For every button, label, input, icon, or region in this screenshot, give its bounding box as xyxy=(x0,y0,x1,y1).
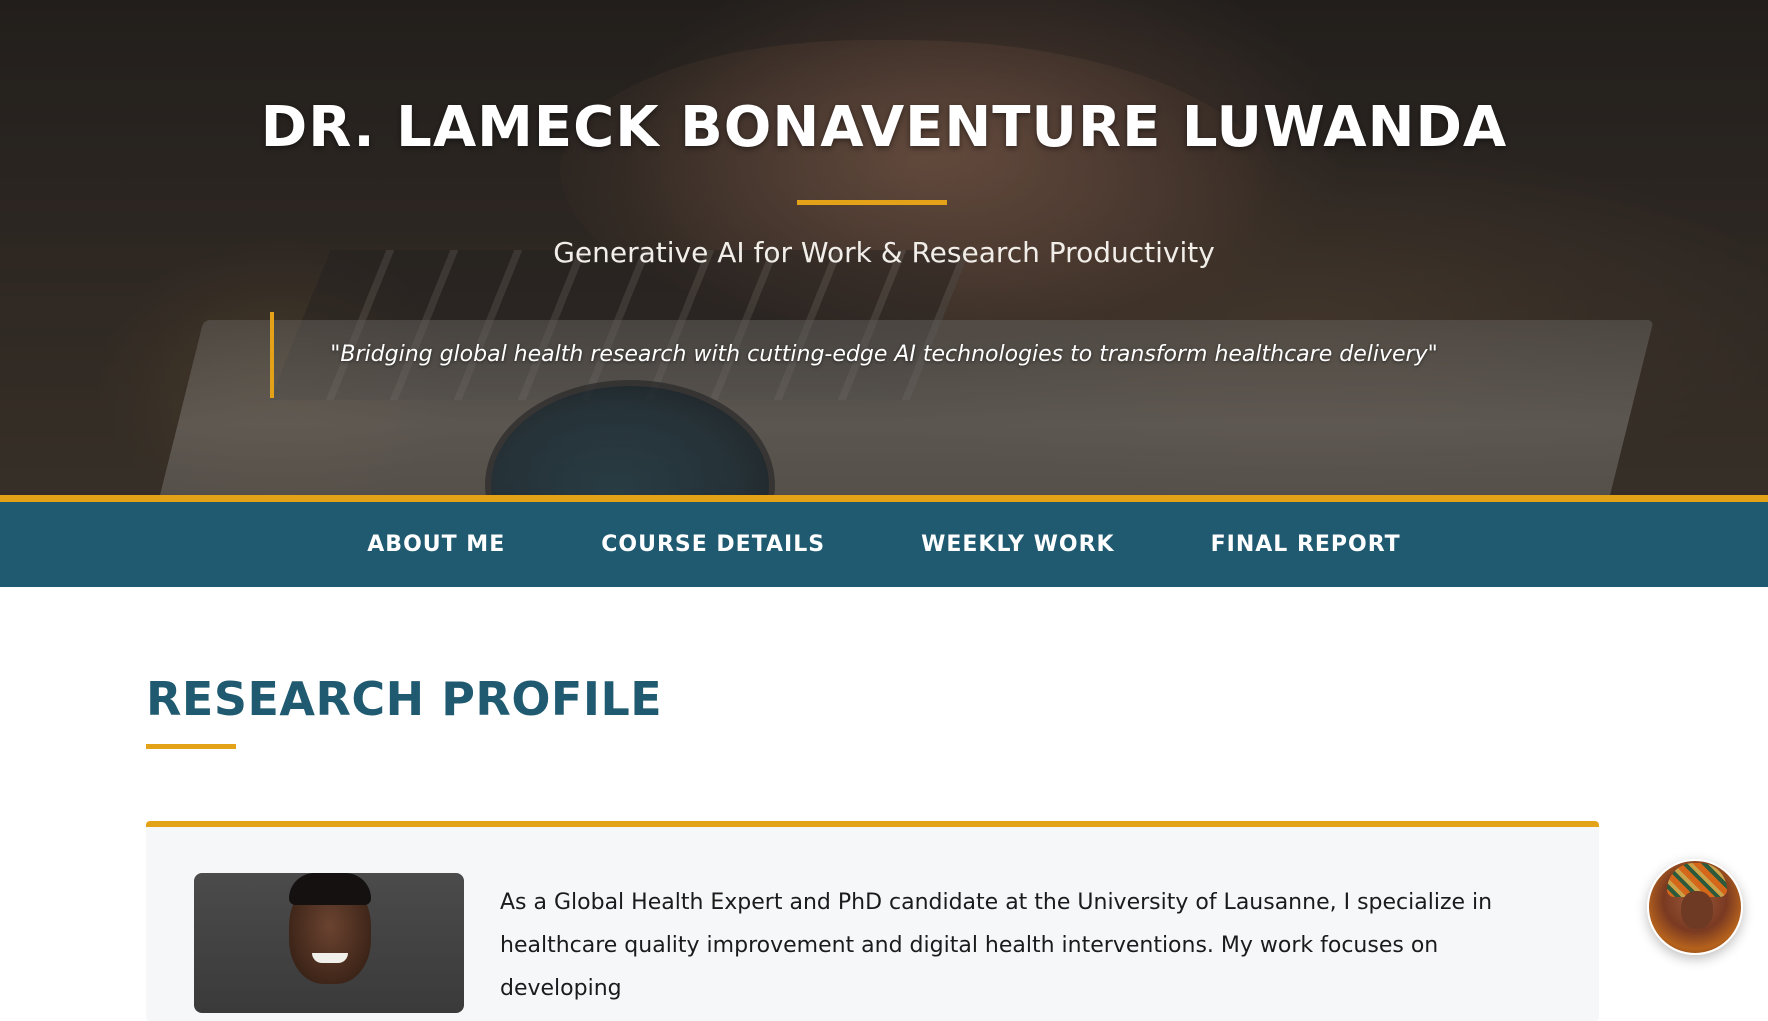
hero-subtitle: Generative AI for Work & Research Produc… xyxy=(553,236,1215,269)
nav-weekly-work[interactable]: WEEKLY WORK xyxy=(873,522,1163,567)
hero-content: DR. LAMECK BONAVENTURE LUWANDA Generativ… xyxy=(0,0,1768,495)
avatar-face xyxy=(1681,891,1713,929)
research-profile-card: As a Global Health Expert and PhD candid… xyxy=(146,821,1599,1021)
main-navigation: ABOUT ME COURSE DETAILS WEEKLY WORK FINA… xyxy=(0,495,1768,587)
hero-banner: DR. LAMECK BONAVENTURE LUWANDA Generativ… xyxy=(0,0,1768,495)
section-title-underline xyxy=(146,744,236,749)
hero-quote: "Bridging global health research with cu… xyxy=(330,342,1438,367)
profile-description: As a Global Health Expert and PhD candid… xyxy=(500,890,1493,1001)
profile-photo-hair xyxy=(289,873,371,905)
chat-assistant-avatar[interactable] xyxy=(1647,859,1743,955)
section-title: RESEARCH PROFILE xyxy=(146,672,663,726)
profile-photo-smile xyxy=(312,953,348,963)
profile-photo xyxy=(194,873,464,1013)
nav-about-me[interactable]: ABOUT ME xyxy=(319,522,553,567)
nav-course-details[interactable]: COURSE DETAILS xyxy=(553,522,873,567)
main-content: RESEARCH PROFILE As a Global Health Expe… xyxy=(0,587,1768,1021)
hero-title: DR. LAMECK BONAVENTURE LUWANDA xyxy=(260,95,1508,160)
hero-title-underline xyxy=(797,200,947,205)
nav-final-report[interactable]: FINAL REPORT xyxy=(1163,522,1449,567)
